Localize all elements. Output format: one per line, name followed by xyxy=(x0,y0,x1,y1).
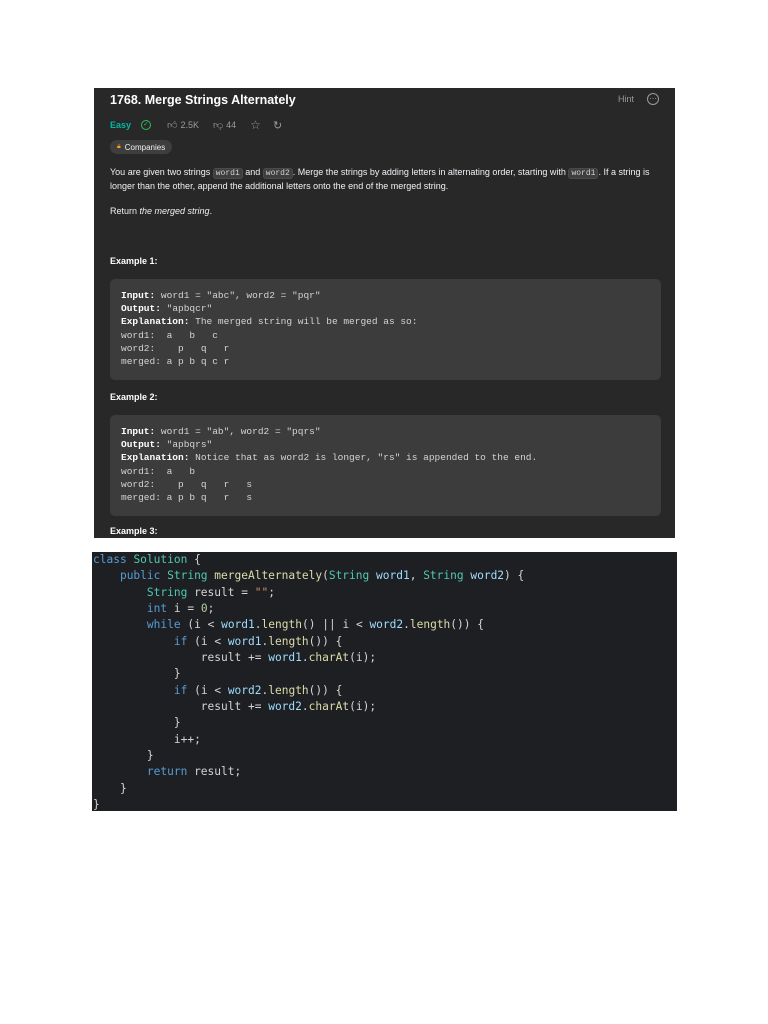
problem-title: 1768. Merge Strings Alternately xyxy=(110,93,296,107)
example-2-title: Example 2: xyxy=(110,392,158,402)
code-line: } xyxy=(146,749,154,763)
like-count: 2.5K xyxy=(180,120,199,130)
code-block[interactable]: class Solution { public String mergeAlte… xyxy=(93,552,524,811)
example-line: word2: p q r s xyxy=(121,478,253,490)
output-label: Output: xyxy=(121,439,161,451)
explanation-label: Explanation: xyxy=(121,452,190,464)
code-line: if (i < word1.length()) { xyxy=(173,634,343,648)
inline-code-word1: word1 xyxy=(212,168,243,179)
share-icon[interactable]: ↻ xyxy=(273,119,282,132)
example-line: word1: a b c xyxy=(121,329,218,341)
example-3-title: Example 3: xyxy=(110,526,158,536)
inline-code-word2: word2 xyxy=(262,168,293,179)
code-line: String result = ""; xyxy=(146,585,275,599)
return-emphasis: the merged string xyxy=(139,206,210,216)
example-1-box: Input: word1 = "abc", word2 = "pqr" Outp… xyxy=(110,279,661,380)
companies-button[interactable]: 🔒︎ Companies xyxy=(110,140,173,154)
code-line: } xyxy=(93,798,100,811)
code-line: i++; xyxy=(173,732,201,746)
check-circle-icon: ✓ xyxy=(141,120,152,130)
dislike-count: 44 xyxy=(226,120,237,130)
input-label: Input: xyxy=(121,290,156,301)
code-line: if (i < word2.length()) { xyxy=(173,683,343,697)
code-line: int i = 0; xyxy=(146,602,215,616)
output-value: "apbqrs" xyxy=(160,439,213,451)
star-icon[interactable]: ☆ xyxy=(250,118,261,132)
desc-text: and xyxy=(242,167,263,177)
code-line: } xyxy=(173,667,181,681)
example-line: word1: a b xyxy=(121,465,196,477)
lock-icon: 🔒︎ xyxy=(117,143,121,150)
input-value: word1 = "ab", word2 = "pqrs" xyxy=(155,426,321,437)
code-line: result += word2.charAt(i); xyxy=(200,700,377,714)
like-button[interactable]: 👍︎ 2.5K xyxy=(167,119,199,131)
problem-description: You are given two strings word1 and word… xyxy=(110,166,662,193)
code-line: while (i < word1.length() || i < word2.l… xyxy=(146,618,485,632)
problem-meta: Easy ✓ 👍︎ 2.5K 👎︎ 44 ☆ ↻ xyxy=(110,118,282,132)
code-line: class Solution { xyxy=(93,553,201,566)
return-text: Return xyxy=(110,206,140,216)
example-2-box: Input: word1 = "ab", word2 = "pqrs" Outp… xyxy=(110,415,661,516)
hint-button[interactable]: Hint xyxy=(618,94,634,104)
thumbs-up-icon: 👍︎ xyxy=(167,120,178,131)
example-line: word2: p q r xyxy=(121,342,230,354)
example-line: merged: a p b q r s xyxy=(121,492,253,504)
companies-label: Companies xyxy=(124,142,166,152)
explanation-text: Notice that as word2 is longer, "rs" is … xyxy=(189,452,538,464)
more-icon[interactable]: ⋯ xyxy=(647,93,659,105)
code-line: result += word1.charAt(i); xyxy=(200,651,377,665)
thumbs-down-icon: 👎︎ xyxy=(213,120,224,131)
inline-code-word1: word1 xyxy=(568,168,599,179)
code-line: return result; xyxy=(146,765,242,779)
explanation-label: Explanation: xyxy=(121,316,190,328)
desc-text: . Merge the strings by adding letters in… xyxy=(292,167,569,177)
output-label: Output: xyxy=(121,303,161,315)
code-line: } xyxy=(173,716,181,730)
explanation-text: The merged string will be merged as so: xyxy=(189,316,418,328)
example-1-title: Example 1: xyxy=(110,256,158,266)
output-value: "apbqcr" xyxy=(160,303,213,315)
example-line: merged: a p b q c r xyxy=(121,356,230,368)
dislike-button[interactable]: 👎︎ 44 xyxy=(213,119,236,131)
code-line: public String mergeAlternately(String wo… xyxy=(119,569,525,583)
problem-panel: 1768. Merge Strings Alternately Hint ⋯ E… xyxy=(94,88,675,538)
return-statement: Return the merged string. xyxy=(110,205,662,218)
difficulty-badge: Easy xyxy=(110,120,132,130)
return-text: . xyxy=(209,206,213,216)
input-value: word1 = "abc", word2 = "pqr" xyxy=(155,290,321,301)
input-label: Input: xyxy=(121,426,156,437)
code-editor[interactable]: class Solution { public String mergeAlte… xyxy=(92,552,677,811)
desc-text: You are given two strings xyxy=(110,167,213,177)
code-line: } xyxy=(119,781,127,795)
